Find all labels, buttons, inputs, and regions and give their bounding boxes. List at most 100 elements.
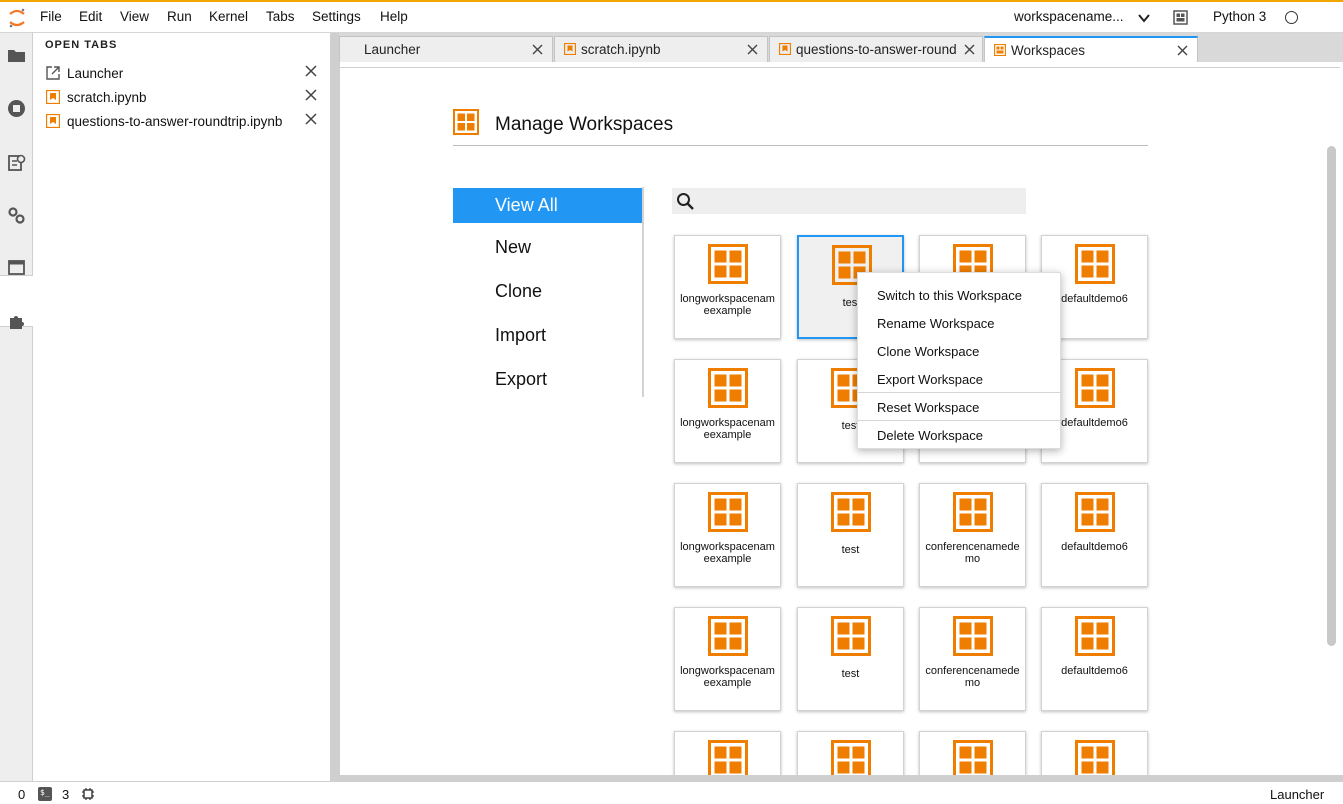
tab-workspaces[interactable]: Workspaces — [984, 36, 1198, 62]
cpu-chip-icon[interactable] — [81, 787, 95, 801]
close-icon[interactable] — [964, 44, 975, 55]
close-icon[interactable] — [532, 44, 543, 55]
ctx-label: Reset Workspace — [877, 400, 980, 415]
ctx-export-workspace[interactable]: Export Workspace — [858, 365, 1062, 392]
close-icon[interactable] — [305, 89, 317, 101]
workspace-card[interactable]: defaultdemo6 — [1041, 483, 1148, 587]
workspace-icon — [708, 740, 748, 775]
status-terminal-count[interactable]: 3 — [62, 787, 69, 802]
workspace-icon — [953, 616, 993, 656]
running-stop-icon[interactable] — [7, 99, 26, 118]
chevron-down-icon[interactable] — [1137, 11, 1151, 25]
ctx-delete-workspace[interactable]: Delete Workspace — [858, 421, 1062, 448]
ctx-rename-workspace[interactable]: Rename Workspace — [858, 309, 1062, 336]
close-icon[interactable] — [1177, 45, 1188, 56]
menu-help[interactable]: Help — [380, 9, 408, 24]
menu-kernel[interactable]: Kernel — [209, 9, 248, 24]
workspace-card[interactable]: test — [797, 607, 904, 711]
workspace-card[interactable] — [797, 731, 904, 775]
workspace-card[interactable]: conferencenamedemo — [919, 483, 1026, 587]
workspace-card-name: defaultdemo6 — [1061, 541, 1128, 553]
workspace-card[interactable]: longworkspacenameexample — [674, 483, 781, 587]
tab-label: Workspaces — [1011, 43, 1086, 58]
workspace-search-input[interactable] — [672, 188, 1026, 214]
nav-clone[interactable]: Clone — [453, 274, 643, 309]
workspace-selector[interactable]: workspacename... — [1014, 9, 1124, 24]
notebook-icon — [564, 43, 576, 55]
workspace-card[interactable] — [1041, 731, 1148, 775]
workspace-card[interactable]: defaultdemo6 — [1041, 607, 1148, 711]
workspace-switch-icon[interactable] — [1173, 10, 1188, 25]
workspace-icon — [994, 44, 1006, 56]
extension-puzzle-icon[interactable] — [7, 312, 26, 331]
close-icon[interactable] — [305, 65, 317, 77]
settings-gears-icon[interactable] — [7, 206, 26, 225]
ctx-clone-workspace[interactable]: Clone Workspace — [858, 337, 1062, 364]
workspace-icon — [1075, 244, 1115, 284]
nav-export[interactable]: Export — [453, 362, 643, 397]
tab-scratch[interactable]: scratch.ipynb — [554, 36, 768, 62]
menu-tabs[interactable]: Tabs — [266, 9, 295, 24]
workspace-card[interactable]: conferencenamedemo — [919, 607, 1026, 711]
open-tab-label: Launcher — [67, 66, 124, 81]
launcher-icon — [46, 66, 60, 80]
ctx-reset-workspace[interactable]: Reset Workspace — [858, 393, 1062, 420]
tab-label: Launcher — [364, 42, 421, 57]
kernel-status-icon — [1285, 11, 1298, 24]
notebook-icon — [779, 43, 791, 55]
menu-file[interactable]: File — [40, 9, 62, 24]
workspace-card-name: longworkspacenameexample — [680, 541, 775, 565]
menu-edit[interactable]: Edit — [79, 9, 102, 24]
workspace-card[interactable]: longworkspacenameexample — [674, 359, 781, 463]
ctx-switch-workspace[interactable]: Switch to this Workspace — [858, 281, 1062, 308]
workspace-card[interactable]: test — [797, 483, 904, 587]
open-tabs-title: OPEN TABS — [45, 39, 118, 51]
close-icon[interactable] — [305, 113, 317, 125]
panel-splitter[interactable] — [330, 33, 339, 781]
search-icon — [677, 193, 694, 210]
nav-divider — [642, 187, 644, 397]
terminal-icon[interactable]: $_ — [38, 787, 52, 801]
menu-view[interactable]: View — [120, 9, 149, 24]
tab-launcher[interactable]: Launcher — [339, 36, 553, 62]
workspace-icon — [1075, 368, 1115, 408]
workspace-card[interactable] — [674, 731, 781, 775]
nav-new[interactable]: New — [453, 230, 643, 265]
ctx-label: Export Workspace — [877, 372, 983, 387]
menu-bar: File Edit View Run Kernel Tabs Settings … — [0, 0, 1343, 33]
open-tab-item-questions[interactable]: questions-to-answer-roundtrip.ipynb — [33, 110, 330, 134]
nav-view-all[interactable]: View All — [453, 188, 643, 223]
open-tab-item-launcher[interactable]: Launcher — [33, 62, 330, 86]
open-tab-item-scratch[interactable]: scratch.ipynb — [33, 86, 330, 110]
nav-label: New — [495, 237, 532, 257]
workspace-icon — [831, 740, 871, 775]
open-tab-label: questions-to-answer-roundtrip.ipynb — [67, 114, 283, 129]
command-palette-icon[interactable] — [7, 153, 26, 172]
workspace-card-name: conferencenamedemo — [925, 541, 1020, 565]
workspace-icon — [1075, 492, 1115, 532]
workspace-card-name: longworkspacenameexample — [680, 417, 775, 441]
workspace-card-name: defaultdemo6 — [1061, 665, 1128, 677]
tabs-panel-icon[interactable] — [7, 258, 26, 277]
kernel-name[interactable]: Python 3 — [1213, 9, 1266, 24]
workspace-icon — [708, 244, 748, 284]
status-kernel-count[interactable]: 0 — [18, 787, 25, 802]
scrollbar-thumb[interactable] — [1327, 146, 1336, 646]
tab-questions[interactable]: questions-to-answer-round — [769, 36, 983, 62]
workspace-icon — [453, 109, 479, 135]
workspace-card-name: test — [841, 668, 860, 680]
workspace-card-name: longworkspacenameexample — [680, 293, 775, 317]
folder-icon[interactable] — [7, 46, 26, 65]
workspace-card[interactable]: longworkspacenameexample — [674, 607, 781, 711]
workspaces-main: Manage Workspaces View All New Clone Imp… — [339, 62, 1343, 775]
menu-settings[interactable]: Settings — [312, 9, 361, 24]
workspace-card[interactable]: longworkspacenameexample — [674, 235, 781, 339]
close-icon[interactable] — [747, 44, 758, 55]
menu-run[interactable]: Run — [167, 9, 192, 24]
header-divider — [453, 145, 1148, 146]
workspace-card[interactable] — [919, 731, 1026, 775]
nav-import[interactable]: Import — [453, 318, 643, 353]
status-active-label: Launcher — [1270, 787, 1325, 802]
workspace-icon — [831, 492, 871, 532]
tab-label: questions-to-answer-round — [796, 42, 957, 57]
